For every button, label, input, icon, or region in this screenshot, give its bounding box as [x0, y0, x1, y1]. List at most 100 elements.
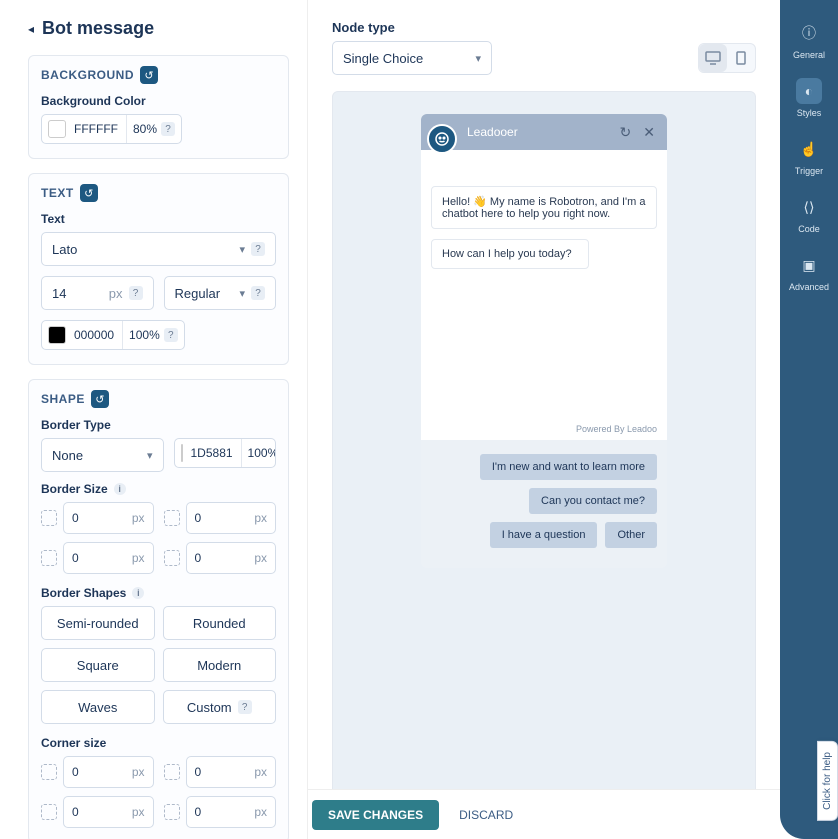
corner-size-tr[interactable]: 0px	[186, 756, 277, 788]
help-tab[interactable]: Click for help	[817, 741, 838, 821]
border-type-label: Border Type	[41, 418, 276, 432]
chevron-down-icon: ▾	[239, 243, 245, 256]
text-color-swatch	[48, 326, 66, 344]
help-icon[interactable]: ?	[251, 286, 265, 300]
font-size-input[interactable]: 14 px ?	[41, 276, 154, 310]
rail-trigger[interactable]: ☝ Trigger	[795, 136, 823, 176]
corner-tl-icon	[41, 764, 57, 780]
border-type-select[interactable]: None ▾	[41, 438, 164, 472]
discard-button[interactable]: DISCARD	[459, 808, 513, 822]
desktop-button[interactable]	[699, 44, 727, 72]
mobile-button[interactable]	[727, 44, 755, 72]
back-caret-icon[interactable]: ◂	[28, 22, 34, 36]
chat-option[interactable]: Other	[605, 522, 657, 548]
help-icon[interactable]: ?	[164, 328, 178, 342]
border-color-picker[interactable]: 1D5881 100%↺	[174, 438, 277, 468]
reset-icon[interactable]: ↺	[80, 184, 98, 202]
shape-square-button[interactable]: Square	[41, 648, 155, 682]
bg-color-label: Background Color	[41, 94, 276, 108]
info-icon[interactable]: i	[114, 483, 126, 495]
border-size-label: Border Size	[41, 482, 108, 496]
font-weight-select[interactable]: Regular ▾ ?	[164, 276, 277, 310]
palette-icon: ◐	[796, 78, 822, 104]
text-color-alpha: 100%	[129, 328, 160, 342]
desktop-icon	[705, 51, 721, 65]
pointer-icon: ☝	[796, 136, 822, 162]
text-label: Text	[41, 212, 276, 226]
chat-body: Hello! 👋 My name is Robotron, and I'm a …	[421, 150, 667, 440]
chat-option[interactable]: I have a question	[490, 522, 598, 548]
info-icon[interactable]: i	[132, 587, 144, 599]
shape-semi-rounded-button[interactable]: Semi-rounded	[41, 606, 155, 640]
shape-waves-button[interactable]: Waves	[41, 690, 155, 724]
chat-widget: Leadooer ↻ ✕ Hello! 👋 My name is Robotro…	[421, 114, 667, 568]
footer: SAVE CHANGES DISCARD	[308, 789, 780, 839]
corner-br-icon	[164, 550, 180, 566]
corner-tr-icon	[164, 764, 180, 780]
corner-size-br[interactable]: 0px	[186, 796, 277, 828]
text-title: TEXT	[41, 186, 74, 200]
font-select[interactable]: Lato ▾ ?	[41, 232, 276, 266]
powered-by: Powered By Leadoo	[576, 424, 657, 434]
help-icon[interactable]: ?	[129, 286, 143, 300]
rail-styles[interactable]: ◐ Styles	[796, 78, 822, 118]
help-icon[interactable]: ?	[251, 242, 265, 256]
font-value: Lato	[52, 242, 77, 257]
device-toggle	[698, 43, 756, 73]
text-color-hex: 000000	[72, 321, 123, 349]
corner-tr-icon	[164, 510, 180, 526]
rail-advanced[interactable]: ▣ Advanced	[789, 252, 829, 292]
close-icon[interactable]: ✕	[643, 124, 655, 141]
font-weight-value: Regular	[175, 286, 221, 301]
chat-option[interactable]: I'm new and want to learn more	[480, 454, 657, 480]
border-size-bl[interactable]: 0px	[63, 542, 154, 574]
chat-options: I'm new and want to learn more Can you c…	[421, 440, 667, 568]
node-type-select[interactable]: Single Choice ▾	[332, 41, 492, 75]
chevron-down-icon: ▾	[475, 52, 481, 65]
refresh-icon[interactable]: ↻	[620, 124, 632, 141]
save-button[interactable]: SAVE CHANGES	[312, 800, 439, 830]
chat-bubble: Hello! 👋 My name is Robotron, and I'm a …	[431, 186, 657, 229]
corner-size-bl[interactable]: 0px	[63, 796, 154, 828]
border-color-hex: 1D5881	[189, 439, 242, 467]
bg-color-swatch	[48, 120, 66, 138]
help-icon[interactable]: ?	[161, 122, 175, 136]
rail-general[interactable]: ⓘ General	[793, 20, 825, 60]
page-title: Bot message	[42, 18, 154, 39]
border-color-alpha: 100%	[248, 446, 276, 460]
corner-br-icon	[164, 804, 180, 820]
border-size-br[interactable]: 0px	[186, 542, 277, 574]
rail-code[interactable]: ⟨⟩ Code	[796, 194, 822, 234]
bg-color-picker[interactable]: FFFFFF 80%?	[41, 114, 182, 144]
mobile-icon	[736, 51, 746, 65]
right-rail: ⓘ General ◐ Styles ☝ Trigger ⟨⟩ Code ▣ A…	[780, 0, 838, 839]
shape-title: SHAPE	[41, 392, 85, 406]
bg-color-alpha: 80%	[133, 122, 157, 136]
border-size-tl[interactable]: 0px	[63, 502, 154, 534]
text-color-picker[interactable]: 000000 100%?	[41, 320, 185, 350]
chevron-down-icon: ▾	[147, 449, 153, 462]
shape-rounded-button[interactable]: Rounded	[163, 606, 277, 640]
help-icon: ?	[238, 700, 252, 714]
chat-bubble: How can I help you today?	[431, 239, 589, 269]
node-type-value: Single Choice	[343, 51, 423, 66]
bg-color-hex: FFFFFF	[72, 115, 127, 143]
background-section: BACKGROUND ↺ Background Color FFFFFF 80%…	[28, 55, 289, 159]
info-icon: ⓘ	[796, 20, 822, 46]
font-size-unit: px	[109, 286, 123, 301]
shape-custom-button[interactable]: Custom?	[163, 690, 277, 724]
chat-brand: Leadooer	[467, 125, 518, 139]
corner-size-label: Corner size	[41, 736, 276, 750]
node-type-label: Node type	[332, 20, 756, 35]
shape-modern-button[interactable]: Modern	[163, 648, 277, 682]
reset-icon[interactable]: ↺	[91, 390, 109, 408]
bot-avatar	[427, 124, 457, 154]
chat-option[interactable]: Can you contact me?	[529, 488, 657, 514]
corner-size-tl[interactable]: 0px	[63, 756, 154, 788]
reset-icon[interactable]: ↺	[140, 66, 158, 84]
text-section: TEXT ↺ Text Lato ▾ ? 14 px ? Regular ▾ ?	[28, 173, 289, 365]
shape-section: SHAPE ↺ Border Type None ▾ 1D5881 100%↺ …	[28, 379, 289, 839]
font-size-value: 14	[52, 286, 66, 301]
border-shapes-label: Border Shapes	[41, 586, 126, 600]
border-size-tr[interactable]: 0px	[186, 502, 277, 534]
